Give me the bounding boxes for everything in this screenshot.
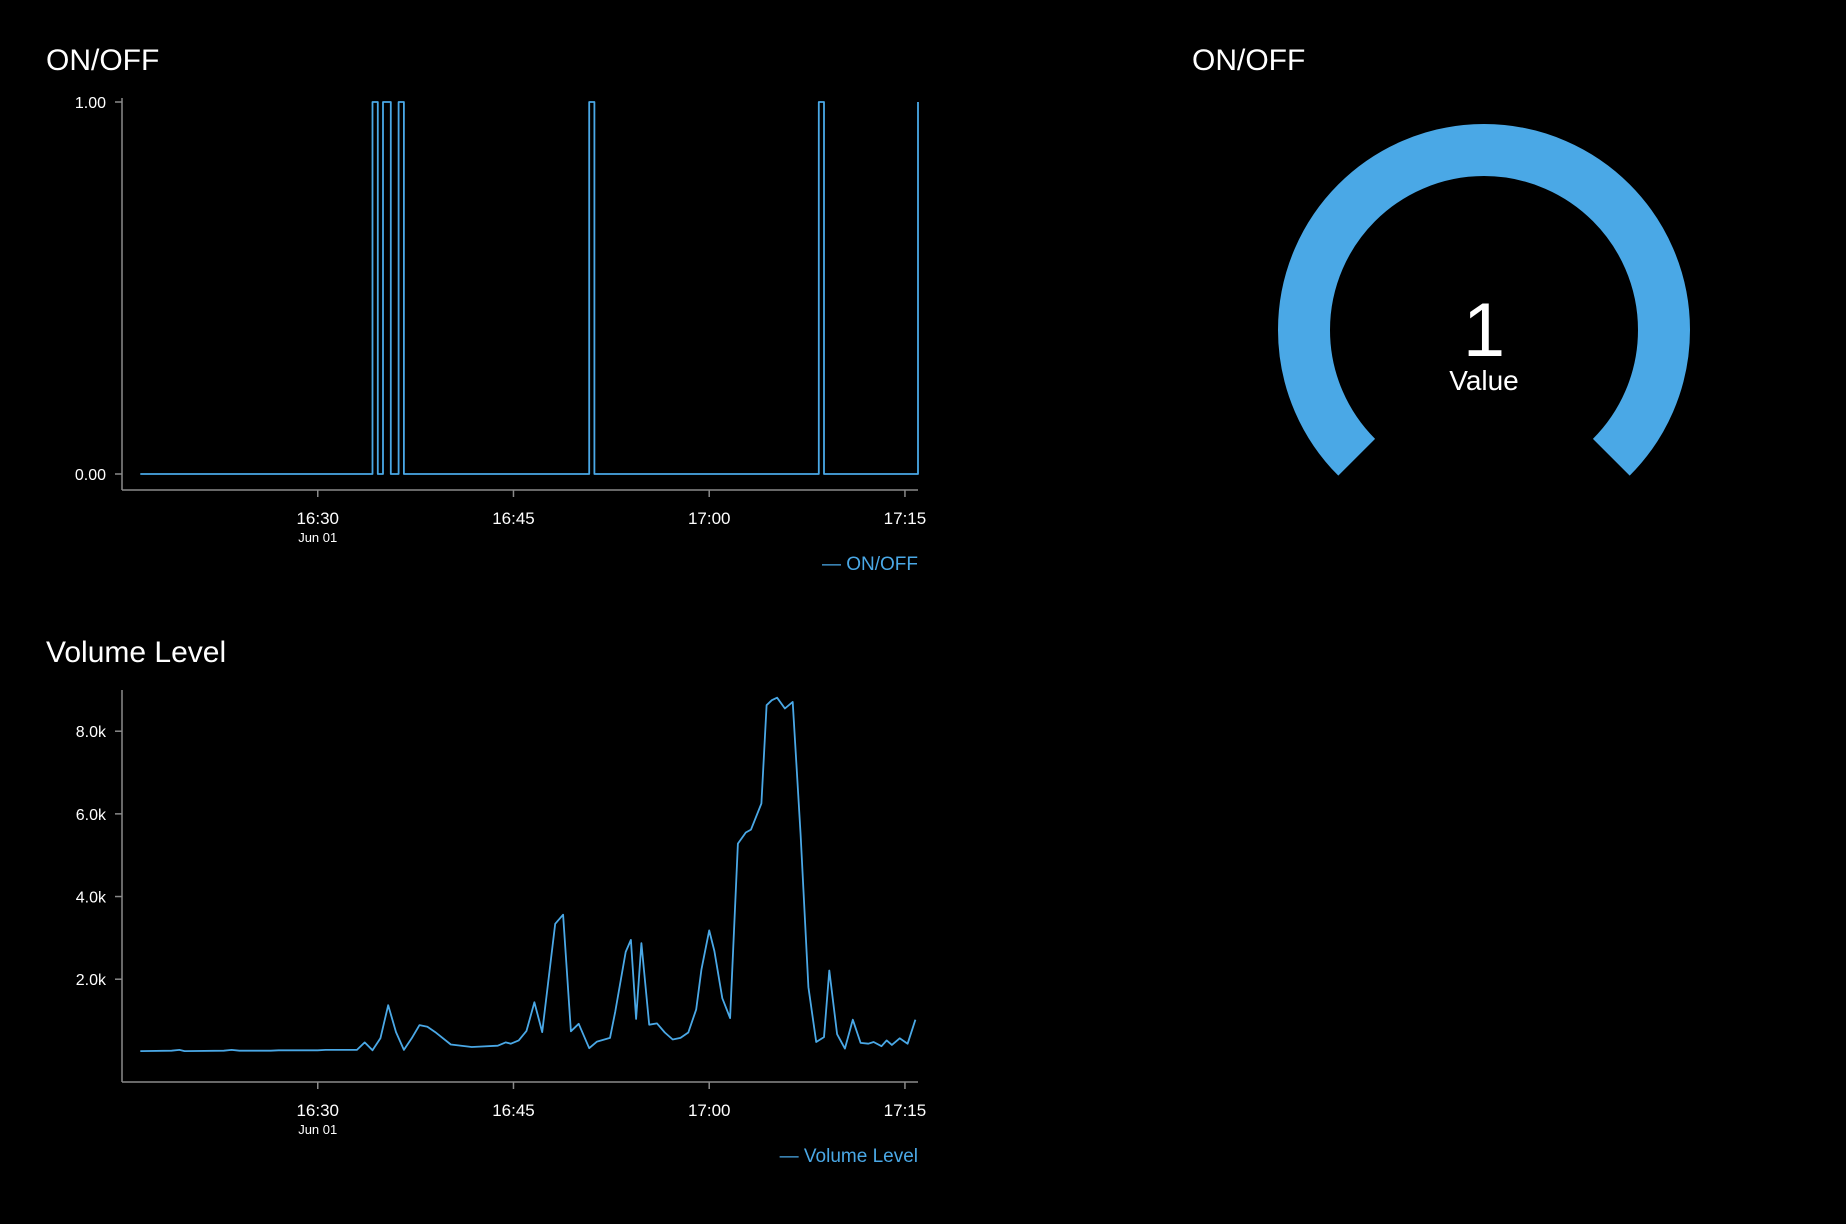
y-tick-label: 6.0k: [76, 807, 107, 824]
x-tick-label: 17:00: [688, 509, 731, 528]
x-tick-label: 17:15: [884, 509, 927, 528]
y-tick-label: 0.00: [75, 467, 106, 484]
gauge-title: ON/OFF: [1192, 44, 1306, 77]
x-tick-label: 16:30: [296, 1101, 339, 1120]
x-tick-label: 16:45: [492, 1101, 535, 1120]
y-tick-label: 8.0k: [76, 724, 107, 741]
x-tick-sublabel: Jun 01: [298, 1122, 337, 1137]
x-tick-label: 16:45: [492, 509, 535, 528]
onoff-chart: 1.00 0.00 16:30 Jun 01 16:45 17:00 17:15 — ON/O…: [75, 95, 927, 575]
x-tick-label: 17:15: [884, 1101, 927, 1120]
x-tick-label: 16:30: [296, 509, 339, 528]
x-tick-label: 17:00: [688, 1101, 731, 1120]
x-tick-sublabel: Jun 01: [298, 530, 337, 545]
gauge: 1Value: [1278, 124, 1690, 476]
series-line: [140, 696, 917, 1052]
volume-chart-title: Volume Level: [46, 636, 227, 669]
y-tick-label: 1.00: [75, 95, 106, 112]
legend-entry: — Volume Level: [780, 1146, 918, 1167]
onoff-chart-title: ON/OFF: [46, 44, 160, 77]
y-tick-label: 2.0k: [76, 972, 107, 989]
gauge-label: Value: [1449, 365, 1519, 396]
legend-entry: — ON/OFF: [822, 554, 918, 575]
gauge-value: 1: [1463, 288, 1505, 373]
volume-chart: 8.0k 6.0k 4.0k 2.0k 16:30 Jun 01 16:45 17:00 17:…: [76, 690, 927, 1167]
series-line: [140, 101, 919, 475]
y-tick-label: 4.0k: [76, 890, 107, 907]
